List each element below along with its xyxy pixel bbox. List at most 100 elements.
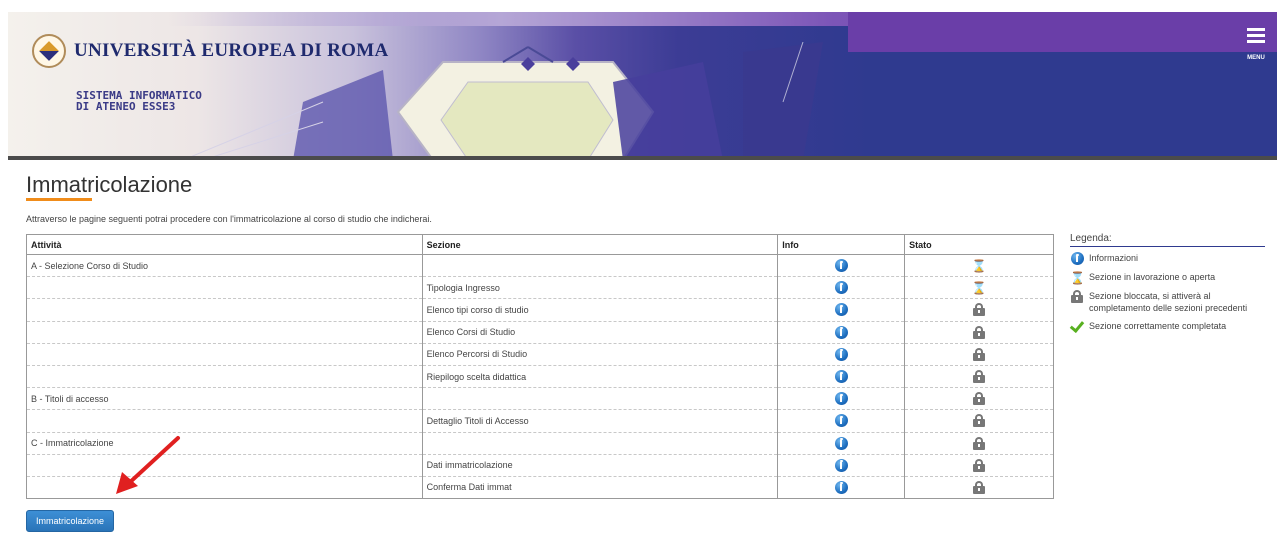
cell-sezione — [421, 432, 779, 455]
cell-attivita: C - Immatricolazione — [26, 432, 423, 455]
intro-text: Attraverso le pagine seguenti potrai pro… — [26, 214, 432, 224]
legend-label: Sezione bloccata, si attiverà al complet… — [1089, 290, 1248, 313]
cell-sezione: Dati immatricolazione — [421, 454, 779, 477]
lock-icon — [973, 436, 986, 450]
table-row: Elenco tipi corso di studio — [26, 298, 1054, 322]
immatricolazione-button[interactable]: Immatricolazione — [26, 510, 114, 532]
lock-body — [973, 330, 986, 339]
hamburger-icon — [1247, 28, 1265, 31]
info-icon[interactable] — [834, 370, 848, 384]
cell-info — [777, 454, 906, 477]
legend-item: ⌛ Sezione in lavorazione o aperta — [1070, 271, 1265, 284]
university-logo[interactable]: UNIVERSITÀ EUROPEA DI ROMA — [32, 34, 388, 68]
cell-info — [777, 365, 906, 389]
lock-body — [973, 441, 986, 450]
info-icon[interactable] — [834, 480, 848, 494]
cell-info — [777, 476, 906, 500]
cell-info — [777, 276, 906, 300]
info-icon[interactable] — [834, 436, 848, 450]
cell-sezione: Elenco Corsi di Studio — [421, 321, 779, 344]
banner-purple-block — [848, 12, 1277, 52]
column-header-attivita: Attività — [26, 234, 423, 255]
cell-sezione: Riepilogo scelta didattica — [421, 365, 779, 389]
table-row: Riepilogo scelta didattica — [26, 365, 1054, 389]
red-arrow-annotation — [116, 436, 180, 494]
cell-attivita — [26, 298, 423, 322]
cell-sezione: Dettaglio Titoli di Accesso — [421, 409, 779, 433]
info-icon[interactable] — [834, 458, 848, 472]
cell-sezione: Elenco tipi corso di studio — [421, 298, 779, 322]
column-header-stato: Stato — [904, 234, 1054, 255]
column-header-info: Info — [777, 234, 906, 255]
check-icon — [1070, 321, 1084, 331]
banner-bottom-line — [8, 156, 1277, 160]
lock-icon — [973, 303, 986, 317]
cell-stato: ⌛ — [904, 254, 1054, 278]
cell-attivita — [26, 454, 423, 477]
cell-stato — [904, 387, 1054, 411]
cell-info — [777, 321, 906, 344]
cell-stato — [904, 321, 1054, 344]
info-icon[interactable] — [834, 347, 848, 361]
hamburger-icon-bar — [1247, 40, 1265, 43]
cell-attivita — [26, 343, 423, 366]
info-icon[interactable] — [834, 259, 848, 273]
legend-label: Sezione correttamente completata — [1089, 320, 1227, 331]
hourglass-icon: ⌛ — [1070, 270, 1085, 285]
table-row: A - Selezione Corso di Studio ⌛ — [26, 254, 1054, 278]
legend-panel: Legenda: Informazioni ⌛ Sezione in lavor… — [1070, 233, 1265, 338]
lock-body — [973, 352, 986, 361]
lock-body — [973, 308, 986, 317]
cell-info — [777, 254, 906, 278]
cell-stato — [904, 409, 1054, 433]
table-row: Dettaglio Titoli di Accesso — [26, 409, 1054, 433]
info-icon — [1070, 252, 1084, 266]
legend-icon-slot — [1070, 320, 1084, 332]
legend-item: Informazioni — [1070, 252, 1265, 266]
lock-icon — [973, 347, 986, 361]
hourglass-icon: ⌛ — [971, 258, 987, 273]
table-row: B - Titoli di accesso — [26, 387, 1054, 411]
cell-attivita — [26, 476, 423, 500]
info-icon[interactable] — [834, 325, 848, 339]
lock-icon — [973, 392, 986, 406]
cell-sezione: Conferma Dati immat — [421, 476, 779, 500]
cell-stato — [904, 432, 1054, 455]
cell-sezione: Elenco Percorsi di Studio — [421, 343, 779, 366]
lock-body — [973, 419, 986, 428]
cell-sezione — [421, 387, 779, 411]
info-icon[interactable] — [834, 281, 848, 295]
cell-info — [777, 409, 906, 433]
legend-item: Sezione correttamente completata — [1070, 320, 1265, 332]
header-banner: UNIVERSITÀ EUROPEA DI ROMA SISTEMA INFOR… — [8, 12, 1277, 160]
info-icon[interactable] — [834, 392, 848, 406]
lock-icon — [1071, 289, 1083, 303]
system-title: SISTEMA INFORMATICO DI ATENEO ESSE3 — [76, 90, 202, 112]
cell-attivita — [26, 365, 423, 389]
lock-body — [973, 375, 986, 384]
hourglass-icon: ⌛ — [971, 280, 987, 295]
info-icon[interactable] — [834, 303, 848, 317]
menu-button[interactable]: MENU — [1243, 28, 1269, 64]
cell-stato: ⌛ — [904, 276, 1054, 300]
info-icon[interactable] — [834, 414, 848, 428]
cell-attivita: B - Titoli di accesso — [26, 387, 423, 411]
lock-body — [973, 463, 986, 472]
table-row: Tipologia Ingresso ⌛ — [26, 276, 1054, 300]
column-header-sezione: Sezione — [421, 234, 779, 255]
cell-stato — [904, 343, 1054, 366]
legend-icon-slot — [1070, 252, 1084, 266]
lock-body — [973, 397, 986, 406]
title-underline — [26, 198, 92, 201]
legend-icon-slot — [1070, 289, 1084, 303]
cell-attivita — [26, 321, 423, 344]
lock-body — [1071, 294, 1083, 303]
legend-label: Informazioni — [1089, 253, 1139, 263]
table-row: Elenco Corsi di Studio — [26, 321, 1054, 344]
cell-info — [777, 432, 906, 455]
cell-attivita: A - Selezione Corso di Studio — [26, 254, 423, 278]
university-seal-icon — [32, 34, 66, 68]
cell-sezione: Tipologia Ingresso — [421, 276, 779, 300]
lock-icon — [973, 414, 986, 428]
cell-sezione — [421, 254, 779, 278]
